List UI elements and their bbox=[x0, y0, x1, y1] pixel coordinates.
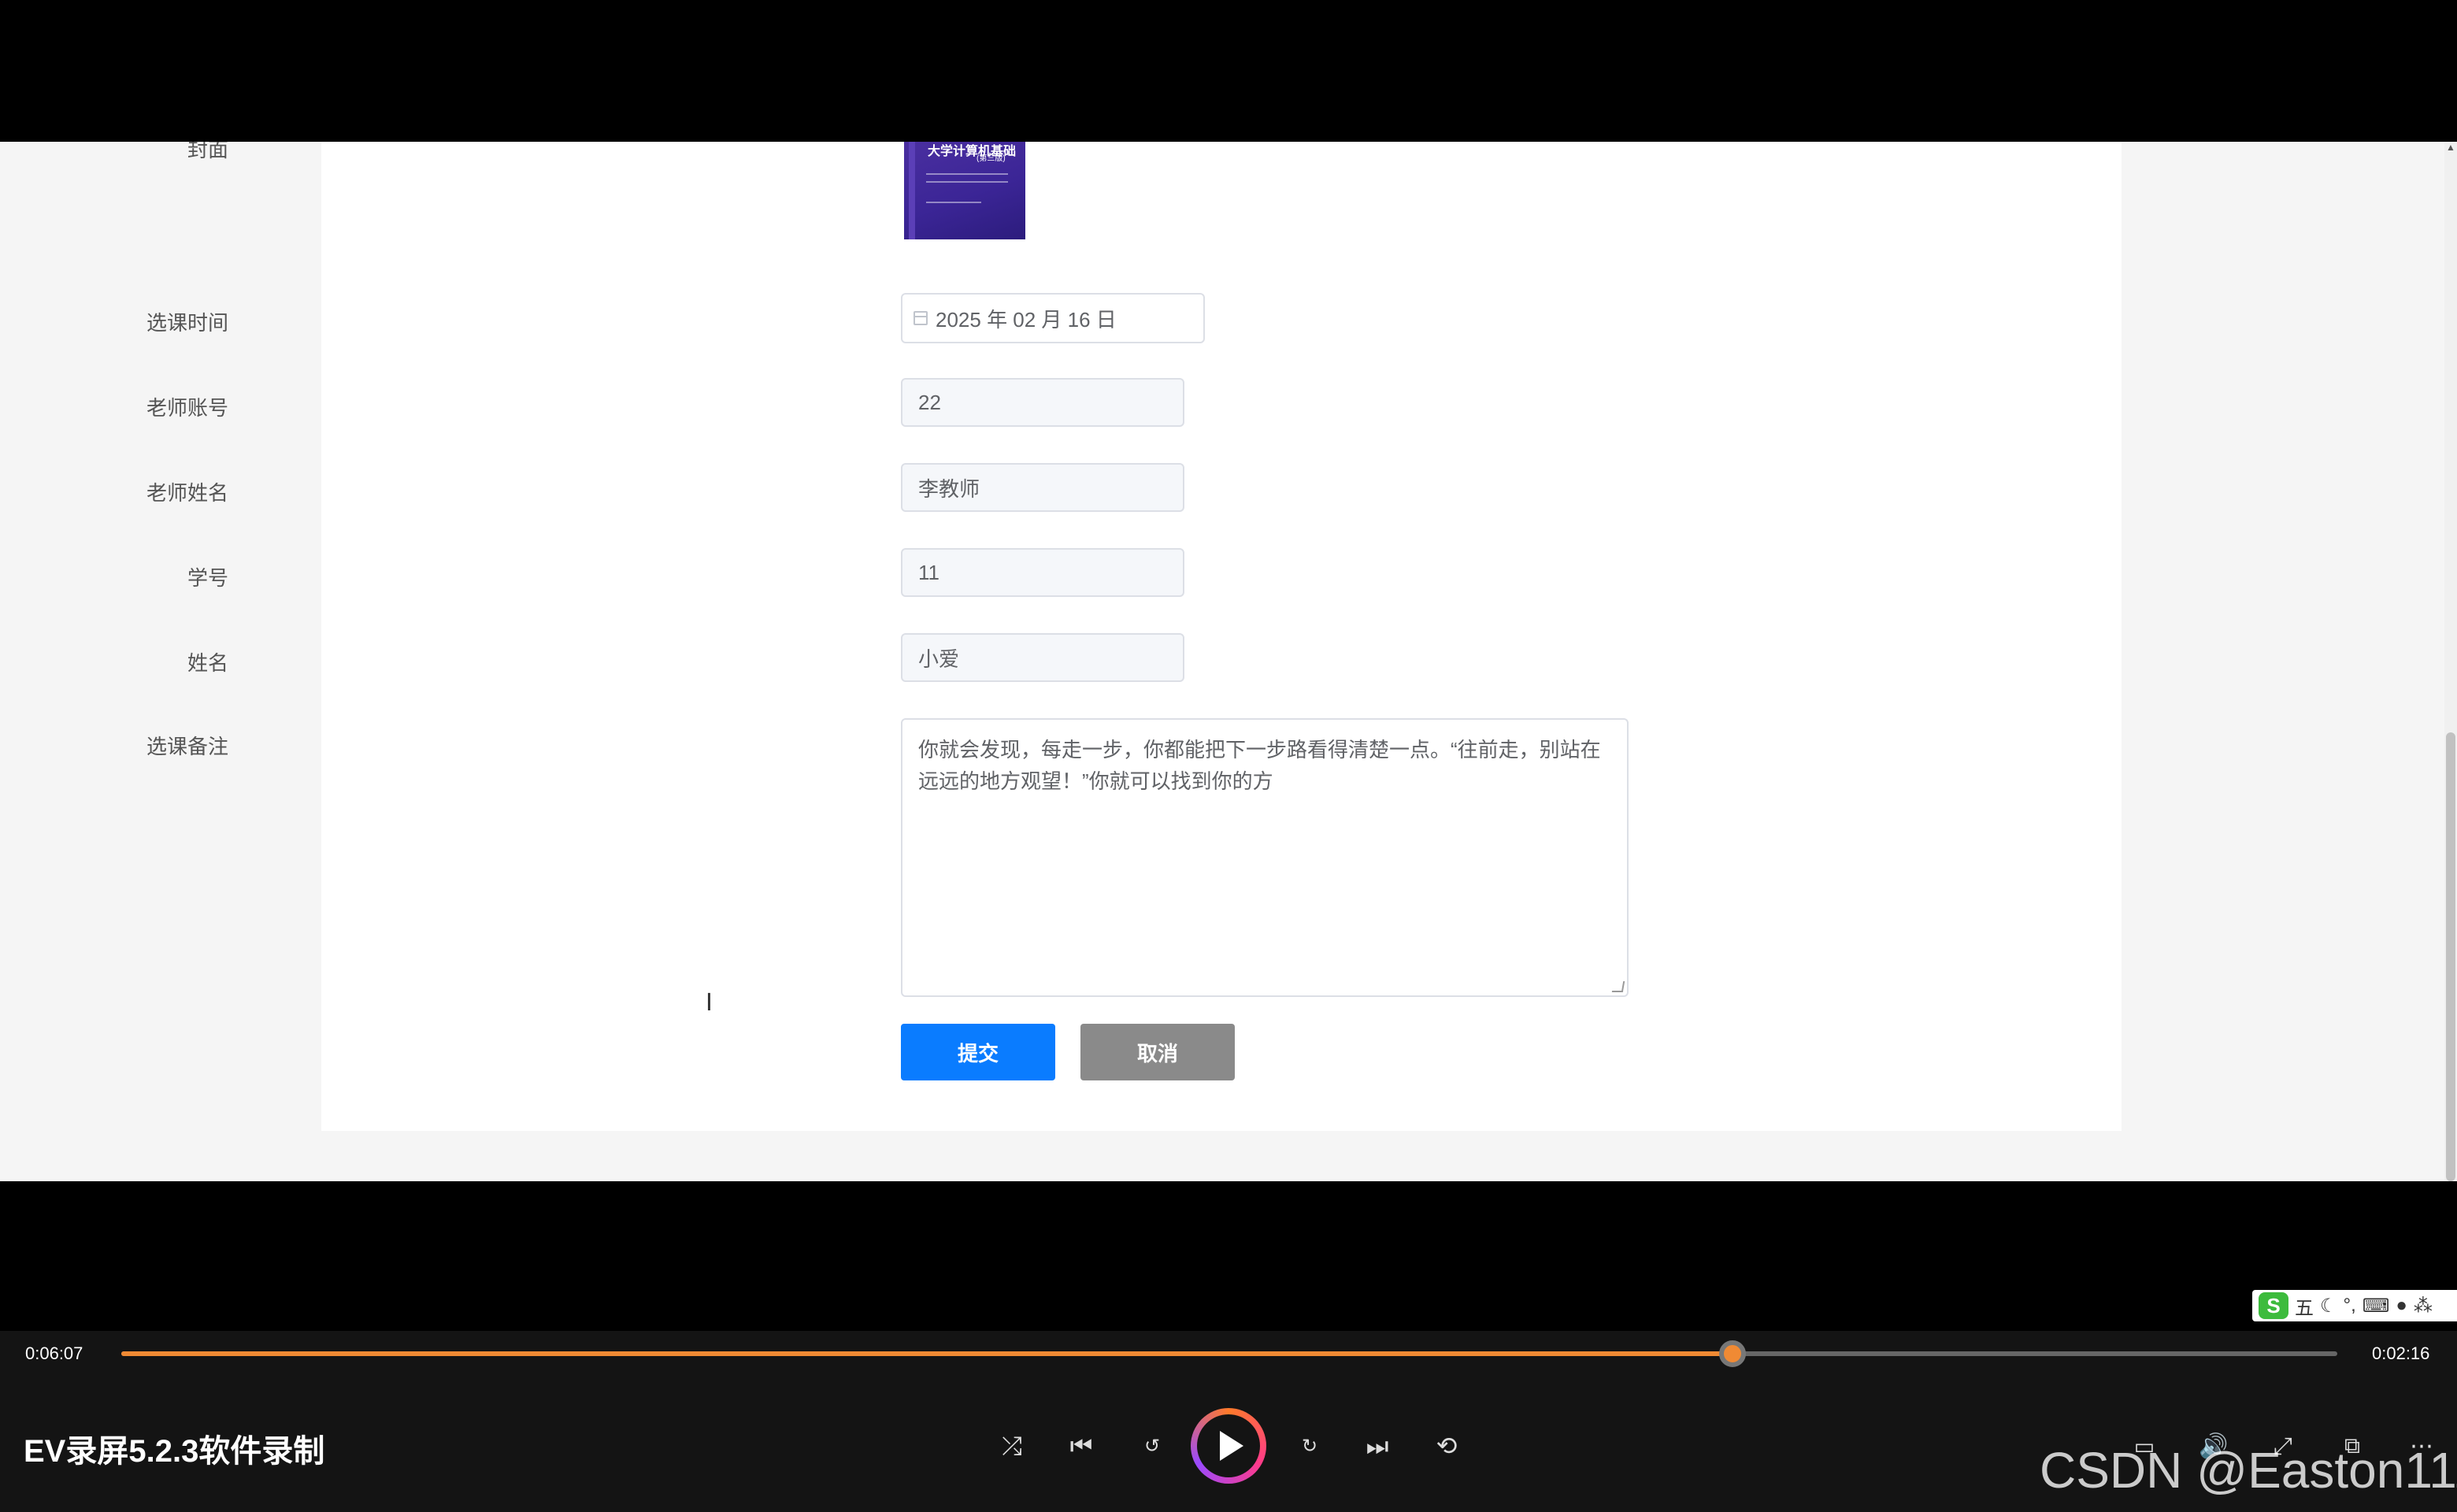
teacher-name-value: 李教师 bbox=[918, 476, 980, 501]
progress-knob[interactable] bbox=[1718, 1340, 1746, 1367]
date-value: 2025 年 02 月 16 日 bbox=[936, 307, 1117, 332]
loop-icon[interactable]: ⟲ bbox=[1430, 1429, 1463, 1462]
date-label: 选课时间 bbox=[146, 311, 228, 335]
cover-decor-line bbox=[926, 202, 981, 203]
student-id-input[interactable]: 11 bbox=[901, 548, 1184, 597]
scroll-up-icon[interactable]: ▲ bbox=[2446, 142, 2455, 154]
top-black-bar bbox=[0, 0, 2457, 142]
apps-icon[interactable]: ⁂ bbox=[2414, 1295, 2433, 1317]
cover-decor-line bbox=[926, 181, 1008, 183]
moon-icon[interactable]: ☾ bbox=[2320, 1295, 2337, 1317]
text-cursor-icon: I bbox=[706, 989, 713, 1017]
teacher-account-label: 老师账号 bbox=[146, 396, 228, 420]
remark-value: 你就会发现，每走一步，你都能把下一步路看得清楚一点。“往前走，别站在远远的地方观… bbox=[918, 738, 1601, 793]
shuffle-icon[interactable]: ⤮ bbox=[995, 1429, 1028, 1462]
total-time: 0:02:16 bbox=[2372, 1343, 2430, 1363]
remark-textarea[interactable]: 你就会发现，每走一步，你都能把下一步路看得清楚一点。“往前走，别站在远远的地方观… bbox=[901, 718, 1629, 997]
progress-track[interactable] bbox=[121, 1340, 2337, 1367]
calendar-icon bbox=[914, 311, 928, 325]
scrollbar-thumb[interactable] bbox=[2446, 732, 2455, 1181]
form-card: 封面 大学计算机基础 (第三版) 选课时间 2025 年 02 月 16 日 老… bbox=[146, 142, 2122, 1131]
player-title: EV录屏5.2.3软件录制 bbox=[24, 1434, 325, 1469]
cover-label: 封面 bbox=[187, 142, 228, 161]
ime-logo-icon: S bbox=[2259, 1292, 2288, 1319]
progress-fill bbox=[121, 1351, 1732, 1356]
teacher-name-label: 老师姓名 bbox=[146, 481, 228, 505]
play-icon bbox=[1220, 1431, 1243, 1461]
next-icon[interactable]: ⏭ bbox=[1361, 1429, 1394, 1462]
ime-toolbar[interactable]: S 五 ☾ °, ⌨ ● ⁂ bbox=[2252, 1290, 2457, 1321]
cancel-button[interactable]: 取消 bbox=[1080, 1024, 1235, 1080]
ime-mode[interactable]: 五 bbox=[2295, 1292, 2314, 1320]
user-icon[interactable]: ● bbox=[2396, 1295, 2407, 1317]
cover-decor-line bbox=[926, 173, 1008, 175]
play-button[interactable] bbox=[1191, 1408, 1266, 1484]
teacher-account-value: 22 bbox=[918, 390, 941, 414]
punctuation-icon[interactable]: °, bbox=[2344, 1295, 2356, 1317]
watermark: CSDN @Easton111 bbox=[2040, 1442, 2457, 1499]
student-id-label: 学号 bbox=[187, 566, 228, 590]
student-name-input[interactable]: 小爱 bbox=[901, 633, 1184, 682]
page-viewport: 封面 大学计算机基础 (第三版) 选课时间 2025 年 02 月 16 日 老… bbox=[0, 142, 2444, 1181]
submit-button[interactable]: 提交 bbox=[901, 1024, 1055, 1080]
previous-icon[interactable]: ⏮ bbox=[1065, 1429, 1098, 1462]
cover-spine bbox=[909, 142, 915, 239]
teacher-name-input[interactable]: 李教师 bbox=[901, 463, 1184, 512]
forward-30-icon[interactable]: ↻ bbox=[1293, 1429, 1326, 1462]
date-picker[interactable]: 2025 年 02 月 16 日 bbox=[901, 293, 1205, 343]
resize-handle-icon[interactable] bbox=[1611, 981, 1625, 992]
current-time: 0:06:07 bbox=[25, 1343, 83, 1363]
remark-label: 选课备注 bbox=[146, 735, 228, 758]
keyboard-icon[interactable]: ⌨ bbox=[2362, 1295, 2390, 1317]
course-cover-image: 大学计算机基础 (第三版) bbox=[904, 142, 1025, 239]
play-button-inner bbox=[1197, 1414, 1260, 1477]
student-name-label: 姓名 bbox=[187, 651, 228, 675]
teacher-account-input[interactable]: 22 bbox=[901, 378, 1184, 427]
rewind-10-icon[interactable]: ↺ bbox=[1136, 1429, 1169, 1462]
student-id-value: 11 bbox=[918, 560, 939, 584]
cover-subtitle: (第三版) bbox=[976, 154, 1006, 163]
student-name-value: 小爱 bbox=[918, 647, 960, 671]
